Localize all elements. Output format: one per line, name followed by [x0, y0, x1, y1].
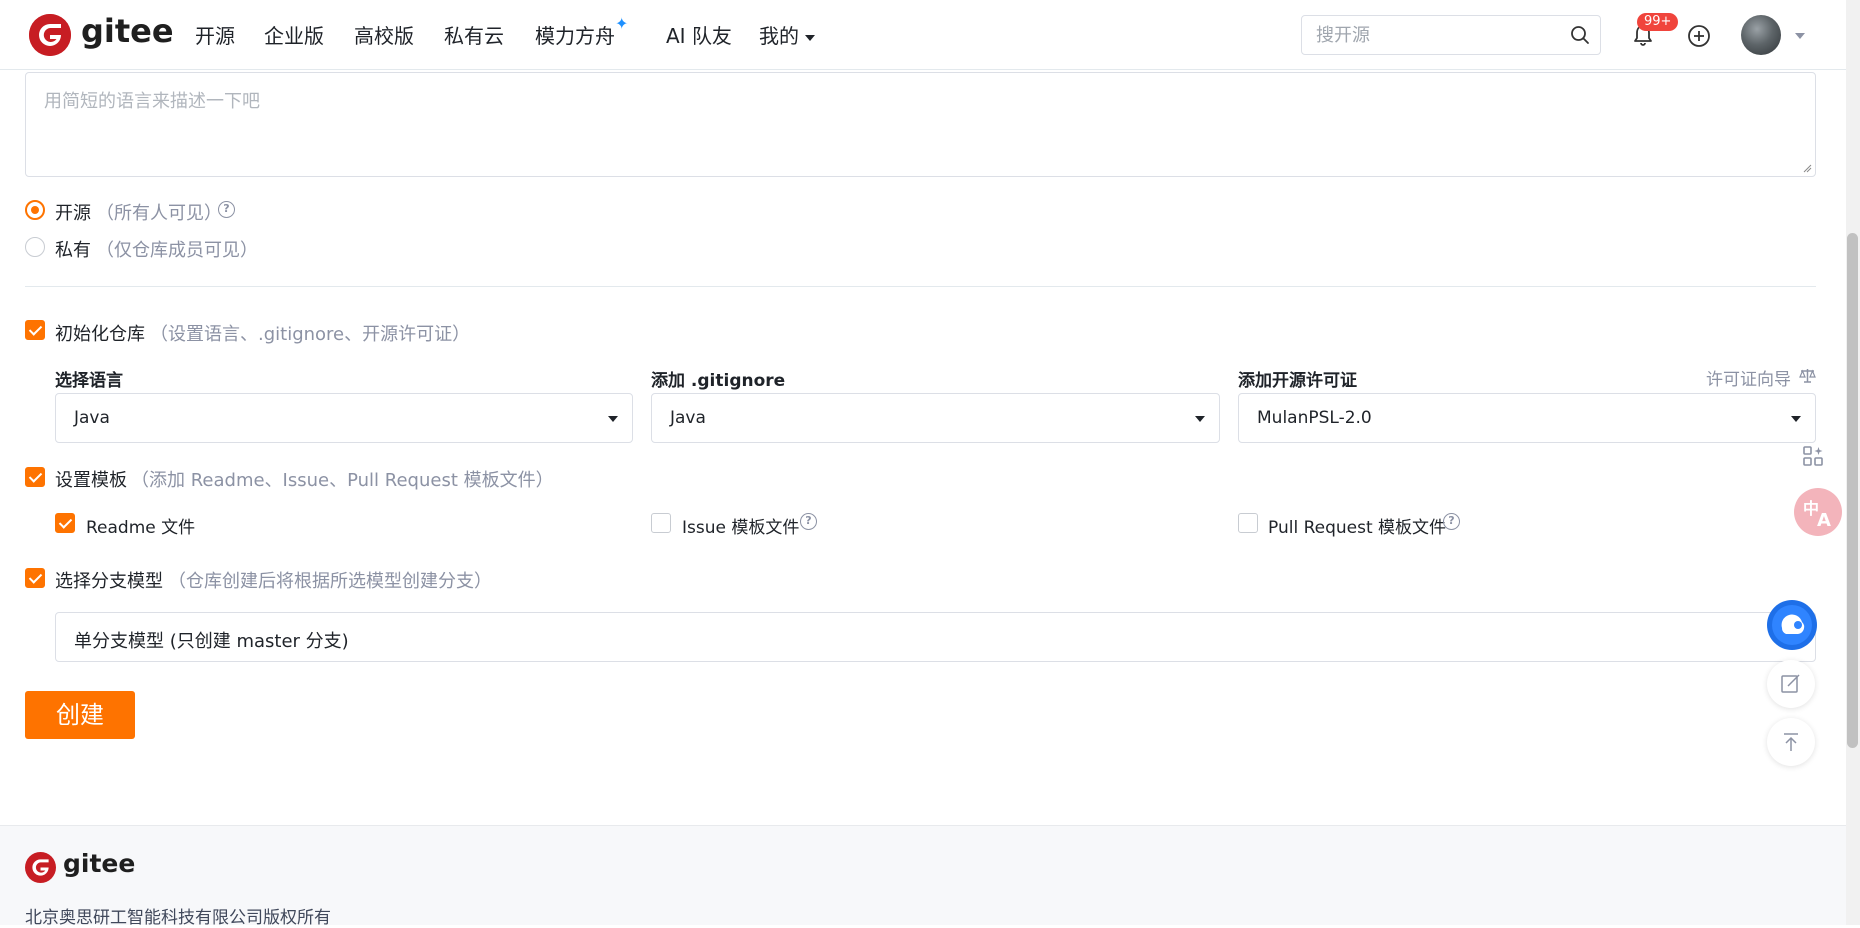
visibility-public-label[interactable]: 开源: [55, 199, 91, 225]
search-input[interactable]: [1316, 25, 1556, 46]
branch-model-select[interactable]: 单分支模型 (只创建 master 分支): [55, 612, 1816, 662]
issue-template-label[interactable]: Issue 模板文件: [682, 513, 799, 538]
nav-mine[interactable]: 我的: [759, 20, 815, 49]
chevron-down-icon: [1195, 416, 1205, 422]
chevron-down-icon: [805, 34, 815, 41]
readme-checkbox[interactable]: [55, 513, 75, 533]
assistant-icon[interactable]: [1767, 600, 1817, 650]
top-navbar: gitee 开源 企业版 高校版 私有云 模力方舟 ✦ AI 队友 我的 99+: [0, 0, 1846, 70]
visibility-public-radio[interactable]: [25, 200, 45, 220]
branch-model-label[interactable]: 选择分支模型: [55, 567, 163, 593]
section-divider: [25, 286, 1816, 287]
search-icon[interactable]: [1570, 25, 1590, 45]
license-label: 添加开源许可证: [1238, 371, 1357, 391]
resize-handle-icon[interactable]: [1802, 163, 1812, 173]
apps-icon[interactable]: [1801, 444, 1825, 468]
add-icon[interactable]: [1687, 24, 1711, 48]
readme-label[interactable]: Readme 文件: [86, 513, 195, 538]
visibility-public-hint: （所有人可见）: [96, 203, 222, 224]
init-repo-hint: （设置语言、.gitignore、开源许可证）: [150, 324, 471, 345]
branch-model-select-value: 单分支模型 (只创建 master 分支): [74, 631, 349, 652]
help-icon[interactable]: ?: [800, 513, 817, 530]
arrow-up-icon: [1784, 733, 1798, 751]
language-select-value: Java: [74, 408, 110, 428]
branch-model-checkbox[interactable]: [25, 568, 45, 588]
language-select[interactable]: Java: [55, 393, 633, 443]
edit-icon: [1781, 674, 1800, 693]
license-guide-link[interactable]: 许可证向导: [1706, 365, 1791, 390]
nav-opensource[interactable]: 开源: [195, 20, 235, 49]
sparkle-icon: ✦: [615, 14, 629, 33]
gitignore-label: 添加 .gitignore: [651, 371, 786, 391]
help-icon[interactable]: ?: [218, 201, 235, 218]
back-to-top-button[interactable]: [1767, 718, 1815, 766]
chevron-down-icon: [608, 416, 618, 422]
visibility-private-hint: （仅仓库成员可见）: [96, 240, 258, 261]
svg-text:A: A: [1817, 510, 1831, 531]
branch-model-hint: （仓库创建后将根据所选模型创建分支）: [168, 571, 492, 592]
copyright-text: 北京奥思研工智能科技有限公司版权所有: [25, 908, 331, 928]
language-label: 选择语言: [55, 371, 123, 391]
gitee-logo-icon: [29, 14, 71, 56]
avatar[interactable]: [1741, 15, 1781, 55]
search-box: [1301, 15, 1601, 55]
description-textarea[interactable]: [26, 73, 1815, 176]
template-label[interactable]: 设置模板: [55, 466, 127, 492]
nav-moli-fangzhou[interactable]: 模力方舟: [535, 20, 615, 49]
nav-private-cloud[interactable]: 私有云: [444, 20, 504, 49]
visibility-private-radio[interactable]: [25, 237, 45, 257]
nav-education[interactable]: 高校版: [354, 20, 414, 49]
gitee-logo-icon: [25, 852, 56, 883]
gitee-logo-text: gitee: [81, 12, 174, 50]
help-icon[interactable]: ?: [1443, 513, 1460, 530]
visibility-private-label[interactable]: 私有: [55, 236, 91, 262]
scrollbar-thumb[interactable]: [1847, 233, 1858, 748]
chevron-down-icon: [1791, 416, 1801, 422]
gitignore-select-value: Java: [670, 408, 706, 428]
template-checkbox[interactable]: [25, 467, 45, 487]
template-hint: （添加 Readme、Issue、Pull Request 模板文件）: [131, 470, 554, 491]
init-repo-label[interactable]: 初始化仓库: [55, 320, 145, 346]
feedback-button[interactable]: [1767, 660, 1815, 708]
issue-template-checkbox[interactable]: [651, 513, 671, 533]
footer-logo-text: gitee: [63, 849, 136, 878]
notification-badge: 99+: [1637, 13, 1679, 31]
license-select-value: MulanPSL-2.0: [1257, 408, 1372, 428]
pr-template-label[interactable]: Pull Request 模板文件: [1268, 513, 1446, 538]
footer: gitee 北京奥思研工智能科技有限公司版权所有: [0, 825, 1846, 928]
license-select[interactable]: MulanPSL-2.0: [1238, 393, 1816, 443]
scale-icon[interactable]: [1799, 367, 1816, 384]
pr-template-checkbox[interactable]: [1238, 513, 1258, 533]
nav-mine-label: 我的: [759, 24, 799, 48]
chevron-down-icon[interactable]: [1795, 33, 1805, 39]
create-button[interactable]: 创建: [25, 691, 135, 739]
gitignore-select[interactable]: Java: [651, 393, 1220, 443]
description-field: [25, 72, 1816, 177]
init-repo-checkbox[interactable]: [25, 320, 45, 340]
translate-icon[interactable]: 中 A: [1794, 488, 1842, 536]
nav-ai-teammate[interactable]: AI 队友: [666, 20, 732, 49]
nav-enterprise[interactable]: 企业版: [264, 20, 324, 49]
